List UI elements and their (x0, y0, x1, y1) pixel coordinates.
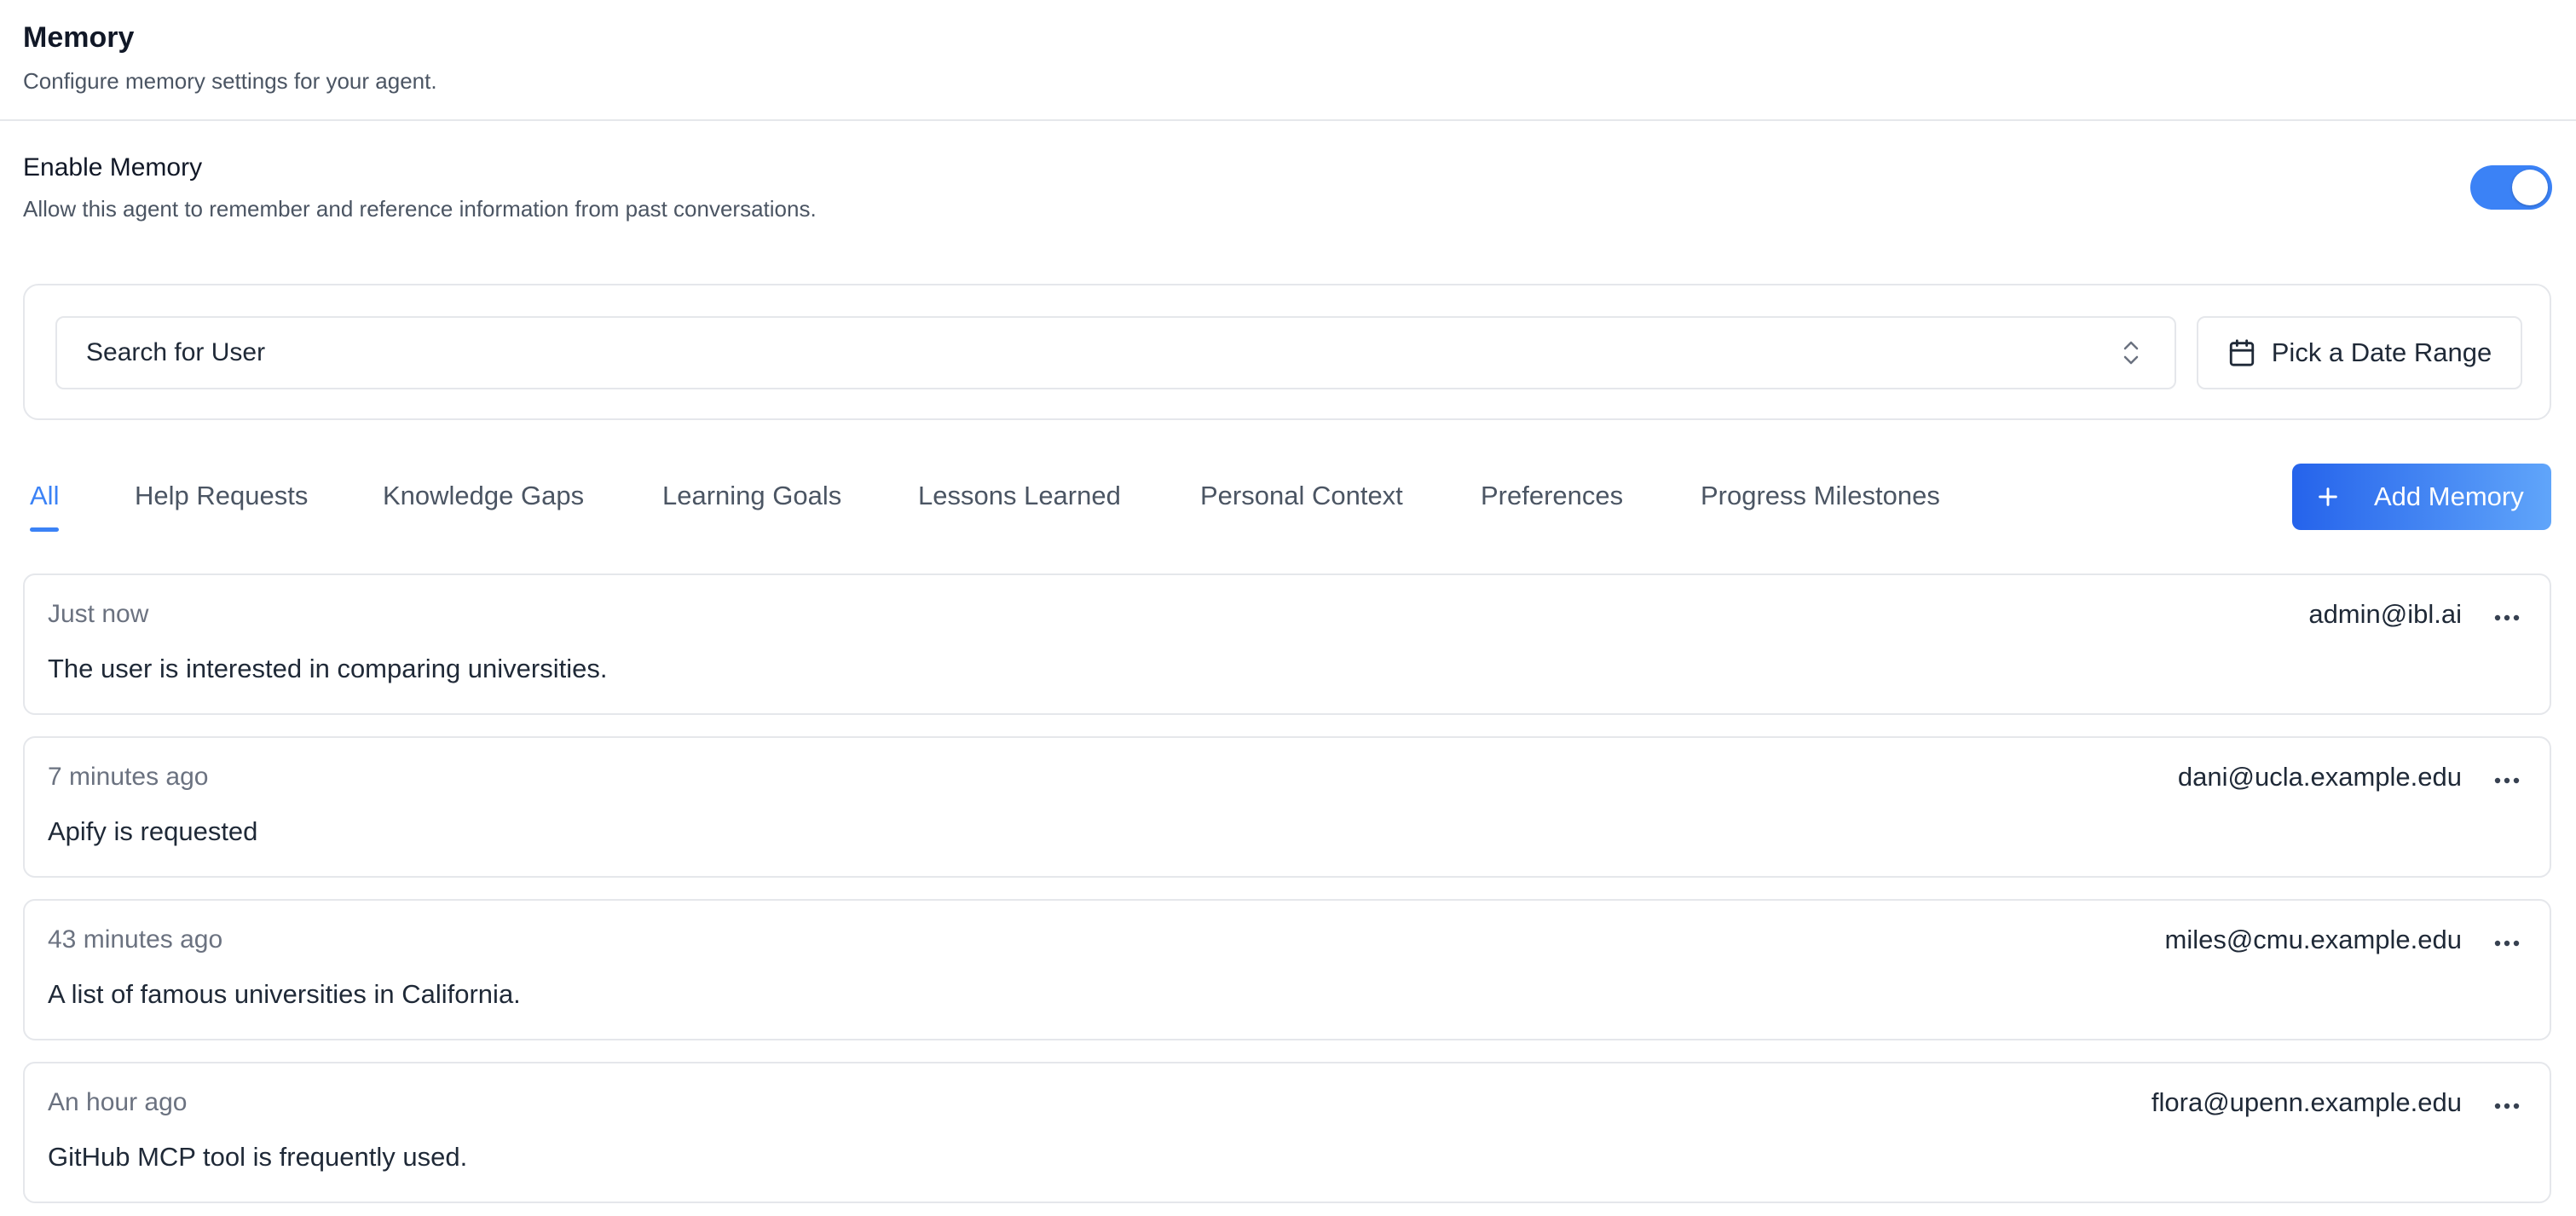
add-memory-label: Add Memory (2374, 481, 2524, 511)
tab-preferences[interactable]: Preferences (1481, 460, 1623, 532)
add-memory-button[interactable]: Add Memory (2292, 464, 2551, 530)
more-options-icon[interactable] (2486, 597, 2527, 638)
page-title: Memory (23, 21, 135, 54)
memory-text: Apify is requested (48, 816, 258, 846)
memory-settings-page: Memory Configure memory settings for you… (0, 0, 2576, 1216)
memory-time: 43 minutes ago (48, 925, 223, 954)
tab-all[interactable]: All (30, 460, 60, 532)
calendar-icon (2227, 338, 2256, 367)
memory-time: Just now (48, 600, 149, 628)
page-header: Memory Configure memory settings for you… (23, 17, 437, 95)
memory-text: GitHub MCP tool is frequently used. (48, 1142, 468, 1172)
memory-time: 7 minutes ago (48, 763, 209, 791)
filter-card: Search for User Pick a Date Range (23, 284, 2551, 420)
memory-time: An hour ago (48, 1088, 188, 1116)
user-search-placeholder: Search for User (86, 338, 266, 366)
plus-icon (2316, 485, 2340, 509)
memory-item[interactable]: 7 minutes ago dani@ucla.example.edu Apif… (23, 736, 2551, 878)
tab-personal-context[interactable]: Personal Context (1200, 460, 1403, 532)
memory-user: flora@upenn.example.edu (2151, 1087, 2462, 1117)
toggle-knob (2512, 170, 2548, 205)
user-search-select[interactable]: Search for User (55, 316, 2176, 389)
enable-memory-section: Enable Memory Allow this agent to rememb… (23, 150, 817, 223)
page-subtitle: Configure memory settings for your agent… (23, 68, 437, 94)
memory-user: dani@ucla.example.edu (2177, 762, 2462, 792)
more-options-icon[interactable] (2486, 760, 2527, 801)
header-divider (0, 119, 2576, 121)
date-range-button[interactable]: Pick a Date Range (2197, 316, 2522, 389)
memory-item[interactable]: Just now admin@ibl.ai The user is intere… (23, 573, 2551, 715)
tab-lessons-learned[interactable]: Lessons Learned (918, 460, 1121, 532)
memory-item[interactable]: 43 minutes ago miles@cmu.example.edu A l… (23, 899, 2551, 1040)
memory-category-tabs: All Help Requests Knowledge Gaps Learnin… (23, 460, 1984, 532)
more-options-icon[interactable] (2486, 923, 2527, 964)
enable-memory-description: Allow this agent to remember and referen… (23, 196, 817, 222)
memory-user: admin@ibl.ai (2308, 599, 2462, 629)
tab-progress-milestones[interactable]: Progress Milestones (1701, 460, 1940, 532)
date-range-label: Pick a Date Range (2271, 337, 2492, 367)
tab-help-requests[interactable]: Help Requests (135, 460, 308, 532)
chevron-up-down-icon (2122, 338, 2140, 367)
tab-learning-goals[interactable]: Learning Goals (662, 460, 841, 532)
enable-memory-title: Enable Memory (23, 153, 203, 182)
memory-text: The user is interested in comparing univ… (48, 654, 608, 683)
tab-knowledge-gaps[interactable]: Knowledge Gaps (383, 460, 584, 532)
memory-text: A list of famous universities in Califor… (48, 979, 521, 1009)
more-options-icon[interactable] (2486, 1086, 2527, 1127)
memory-item[interactable]: An hour ago flora@upenn.example.edu GitH… (23, 1062, 2551, 1203)
enable-memory-toggle[interactable] (2470, 165, 2552, 210)
memory-user: miles@cmu.example.edu (2164, 925, 2463, 954)
